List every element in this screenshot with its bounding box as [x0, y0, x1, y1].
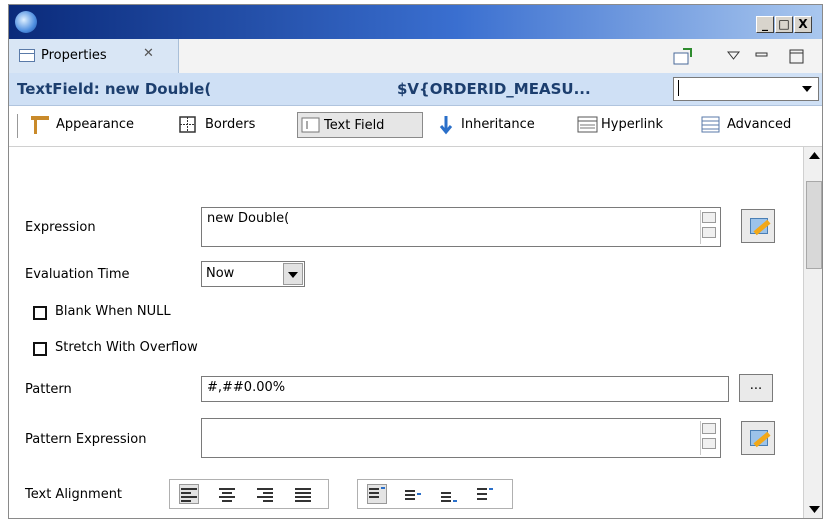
inheritance-icon	[439, 116, 453, 135]
scroll-down-icon	[809, 506, 820, 513]
scrollbar-thumb[interactable]	[806, 181, 822, 269]
tab-advanced-label: Advanced	[727, 117, 792, 132]
pattern-expression-spinner[interactable]	[700, 421, 718, 455]
tab-hyperlink[interactable]: Hyperlink	[577, 112, 695, 138]
tab-appearance[interactable]: Appearance	[29, 112, 169, 138]
section-toolbar: Appearance Borders Text Field Inheritanc…	[9, 106, 822, 147]
scroll-down-icon[interactable]	[702, 227, 716, 238]
element-selector-combo[interactable]	[673, 77, 819, 101]
element-title: TextField: new Double(	[17, 80, 212, 98]
tab-borders[interactable]: Borders	[179, 112, 289, 138]
app-globe-icon	[15, 11, 37, 33]
expression-label: Expression	[25, 220, 96, 235]
align-middle-icon[interactable]	[404, 485, 422, 503]
scroll-down-button[interactable]	[805, 500, 822, 518]
chevron-down-icon	[802, 86, 812, 92]
evaluation-time-value: Now	[206, 266, 235, 281]
properties-window: _ □ X Properties ✕ TextField: new Double…	[8, 4, 823, 519]
tab-borders-label: Borders	[205, 117, 256, 132]
align-justified-vertical-icon[interactable]	[476, 485, 494, 503]
pattern-label: Pattern	[25, 382, 72, 397]
expression-spinner[interactable]	[700, 210, 718, 244]
align-top-icon[interactable]	[367, 484, 387, 504]
scroll-down-icon[interactable]	[702, 438, 716, 449]
tab-text-field[interactable]: Text Field	[297, 112, 423, 138]
tab-inheritance[interactable]: Inheritance	[437, 112, 567, 138]
element-header: TextField: new Double( $V{ORDERID_MEASU.…	[9, 73, 822, 106]
view-menu-icon[interactable]	[727, 51, 741, 61]
close-button[interactable]: X	[794, 16, 812, 33]
pattern-input[interactable]: #,##0.00%	[201, 376, 729, 402]
expression-value: new Double(	[207, 211, 290, 226]
tab-properties[interactable]: Properties ✕	[9, 39, 179, 73]
align-justify-icon[interactable]	[294, 485, 312, 503]
tab-close-icon[interactable]: ✕	[143, 46, 154, 61]
properties-table-icon	[19, 49, 35, 62]
stretch-with-overflow-checkbox[interactable]	[33, 342, 47, 356]
text-alignment-label: Text Alignment	[25, 487, 123, 502]
text-field-icon	[301, 117, 320, 133]
maximize-button[interactable]: □	[775, 16, 793, 33]
chevron-down-icon	[288, 272, 298, 278]
scroll-up-icon[interactable]	[702, 423, 716, 434]
vertical-scrollbar[interactable]	[803, 147, 822, 518]
scroll-up-icon[interactable]	[702, 212, 716, 223]
scroll-up-icon	[809, 152, 820, 159]
view-tab-row: Properties ✕	[9, 39, 822, 74]
pattern-browse-button[interactable]: ...	[739, 374, 773, 402]
advanced-icon	[701, 116, 720, 133]
tab-inheritance-label: Inheritance	[461, 117, 535, 132]
tab-text-field-label: Text Field	[324, 118, 385, 133]
blank-when-null-checkbox[interactable]	[33, 306, 47, 320]
text-field-properties-form: Expression new Double( Evaluation Time N…	[9, 147, 803, 518]
evaluation-time-dropdown-button[interactable]	[283, 263, 303, 285]
toolbar-separator	[17, 114, 18, 138]
pattern-value: #,##0.00%	[207, 380, 286, 395]
pattern-expression-input[interactable]	[201, 418, 721, 458]
evaluation-time-select[interactable]: Now	[201, 261, 305, 287]
stretch-with-overflow-label: Stretch With Overflow	[55, 340, 198, 355]
vertical-alignment-group	[357, 479, 513, 509]
tab-advanced[interactable]: Advanced	[701, 112, 821, 138]
expression-editor-button[interactable]	[741, 209, 775, 243]
view-maximize-icon[interactable]	[789, 49, 805, 65]
horizontal-alignment-group	[169, 479, 329, 509]
align-right-icon[interactable]	[256, 485, 274, 503]
minimize-button[interactable]: _	[756, 16, 774, 33]
evaluation-time-label: Evaluation Time	[25, 267, 130, 282]
pattern-expression-label: Pattern Expression	[25, 432, 147, 447]
view-minimize-icon[interactable]	[755, 52, 769, 58]
appearance-icon	[31, 116, 49, 134]
borders-icon	[179, 116, 196, 133]
align-bottom-icon[interactable]	[440, 485, 458, 503]
align-center-icon[interactable]	[218, 485, 236, 503]
blank-when-null-label: Blank When NULL	[55, 304, 171, 319]
title-bar[interactable]: _ □ X	[9, 5, 822, 39]
pin-view-icon[interactable]	[673, 48, 693, 66]
tab-properties-label: Properties	[41, 48, 107, 63]
tab-appearance-label: Appearance	[56, 117, 135, 132]
expression-preview: $V{ORDERID_MEASU...	[397, 80, 591, 98]
scroll-up-button[interactable]	[805, 147, 822, 165]
align-left-icon[interactable]	[179, 484, 199, 504]
pattern-expression-editor-button[interactable]	[741, 421, 775, 455]
tab-hyperlink-label: Hyperlink	[601, 117, 664, 132]
hyperlink-icon	[577, 116, 598, 133]
expression-input[interactable]: new Double(	[201, 207, 721, 247]
